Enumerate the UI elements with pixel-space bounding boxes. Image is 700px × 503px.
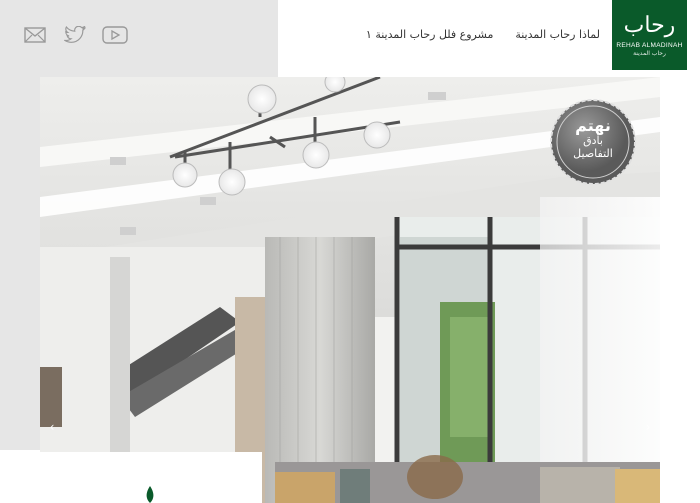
badge-line-3: التفاصيل <box>573 147 613 160</box>
hero-slider[interactable]: نهتم بأدق التفاصيل ‹ › <box>40 77 660 503</box>
badge-text: نهتم بأدق التفاصيل <box>549 116 637 161</box>
logo-english-wordmark: REHAB ALMADINAH <box>616 41 683 49</box>
chevron-left-icon[interactable]: ‹ <box>44 417 60 437</box>
brand-logo[interactable]: رحاب REHAB ALMADINAH رحاب المدينة <box>612 0 687 70</box>
badge-line-1: نهتم <box>575 116 611 135</box>
nav-villas-project[interactable]: مشروع فلل رحاب المدينة ١ <box>366 28 493 41</box>
mail-icon[interactable] <box>22 24 48 46</box>
bottom-left-panel <box>0 452 262 503</box>
social-links <box>22 24 128 46</box>
badge-line-2: بأدق <box>583 134 603 147</box>
leaf-logo-icon <box>146 486 154 503</box>
main-nav: لماذا رحاب المدينة مشروع فلل رحاب المدين… <box>366 28 600 41</box>
logo-arabic-subtitle: رحاب المدينة <box>633 49 666 57</box>
youtube-icon[interactable] <box>102 24 128 46</box>
page: لماذا رحاب المدينة مشروع فلل رحاب المدين… <box>0 0 700 503</box>
twitter-icon[interactable] <box>62 24 88 46</box>
chevron-right-icon[interactable]: › <box>640 417 656 437</box>
logo-arabic-wordmark: رحاب <box>623 12 676 38</box>
nav-why-rehab[interactable]: لماذا رحاب المدينة <box>515 28 600 41</box>
